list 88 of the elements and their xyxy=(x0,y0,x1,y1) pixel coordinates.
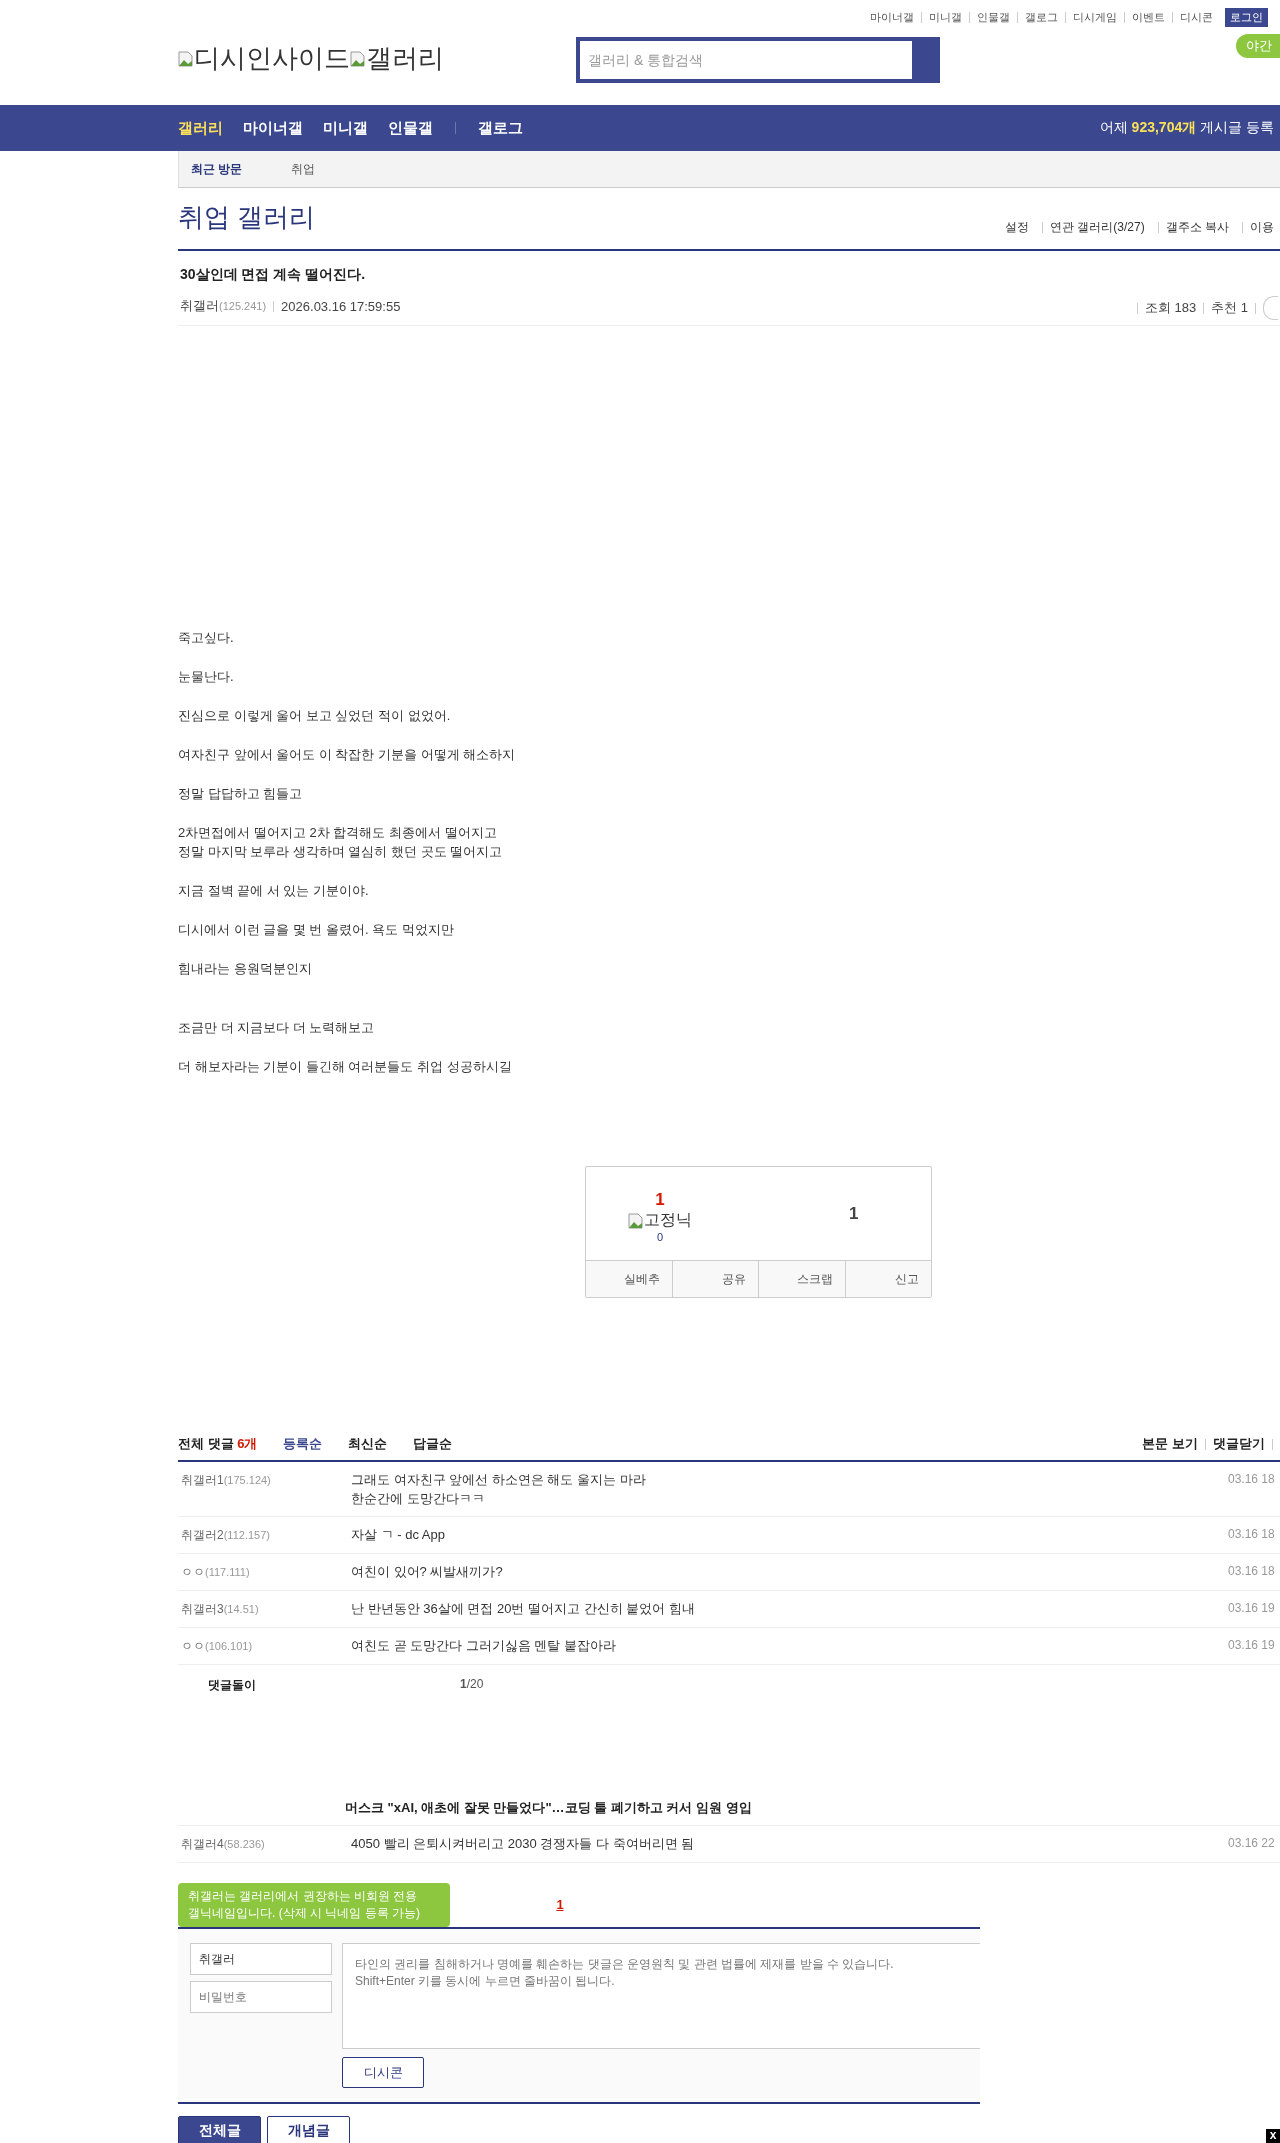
top-link[interactable]: 디시게임 xyxy=(1073,9,1117,25)
dccon-button[interactable]: 디시콘 xyxy=(342,2057,424,2088)
comment-text: 자살 ㄱ - dc App xyxy=(351,1526,446,1544)
sort-tab[interactable]: 최신순 xyxy=(348,1435,388,1453)
nickname-tooltip: 취갤러는 갤러리에서 권장하는 비회원 전용 갤닉네임입니다. (삭제 시 닉네임 등록 가능) xyxy=(178,1883,450,1927)
fixed-nick-count: 0 xyxy=(655,1231,665,1243)
circle-button[interactable] xyxy=(1263,296,1278,320)
vote-action-button[interactable]: 실베추 xyxy=(586,1261,673,1297)
logo-text[interactable]: 디시인사이드 xyxy=(194,41,350,76)
commenter-name: ㅇㅇ(106.101) xyxy=(180,1638,254,1655)
comment-date: 03.16 22 xyxy=(1228,1836,1276,1852)
nav-item[interactable]: 마이너갤 xyxy=(243,118,303,138)
fixed-nick-label: 고정닉 xyxy=(644,1210,692,1230)
gallery-link[interactable]: 갤주소 복사 xyxy=(1165,219,1229,236)
sort-tab[interactable]: 등록순 xyxy=(283,1435,323,1453)
page-link[interactable]: 1 xyxy=(556,1897,564,1912)
downvote-number: 1 xyxy=(849,1203,859,1224)
comment-text: 4050 빨리 은퇴시켜버리고 2030 경쟁자들 다 죽여버리면 됨 xyxy=(351,1835,696,1853)
daily-post-count: 어제 923,704개 게시글 등록 xyxy=(1099,119,1274,137)
news-headline[interactable]: 머스크 "xAI, 애초에 잘못 만들었다"…코딩 툴 폐기하고 커서 임원 영입 xyxy=(345,1799,752,1817)
comment-date: 03.16 18 xyxy=(1228,1564,1276,1580)
logo-text[interactable]: 갤러리 xyxy=(366,41,444,76)
recent-visit-label: 최근 방문 xyxy=(191,160,244,178)
body-paragraph: 정말 답답하고 힘들고 xyxy=(178,785,304,803)
broken-image-icon xyxy=(178,50,194,67)
body-paragraph: 힘내라는 응원덕분인지 xyxy=(178,960,313,978)
login-button[interactable]: 로그인 xyxy=(1225,7,1268,27)
vote-action-button[interactable]: 스크랩 xyxy=(759,1261,846,1297)
nav-item[interactable]: 인물갤 xyxy=(388,118,433,138)
top-link[interactable]: 미니갤 xyxy=(929,9,962,25)
body-paragraph: 여자친구 앞에서 울어도 이 착잡한 기분을 어떻게 해소하지 xyxy=(178,746,517,764)
comment-field[interactable]: 타인의 권리를 침해하거나 명예를 훼손하는 댓글은 운영원칙 및 관련 법률에 제재를 받을 수 있습니다. Shift+Enter 키를 동시에 누르면 줄바꿈이 됩니다. xyxy=(342,1943,980,2049)
bot-name: 댓글돌이 xyxy=(207,1677,257,1694)
commenter-name: ㅇㅇ(117.111) xyxy=(180,1564,251,1581)
top-link[interactable]: 이벤트 xyxy=(1132,9,1165,25)
close-button[interactable]: x xyxy=(1266,2129,1280,2143)
comment-count: 전체 댓글 6개 xyxy=(178,1435,258,1453)
top-link[interactable]: 마이너갤 xyxy=(870,9,914,25)
body-paragraph: 지금 절벽 끝에 서 있는 기분이야. xyxy=(178,882,370,900)
recent-gallery-link[interactable]: 취업 xyxy=(291,160,315,178)
name-field[interactable]: 취갤러 xyxy=(190,1943,332,1975)
commenter-name: 취갤러2(112.157) xyxy=(180,1527,271,1544)
vote-action-button[interactable]: 공유 xyxy=(672,1261,759,1297)
broken-image-icon xyxy=(350,50,366,67)
sort-tab[interactable]: 답글순 xyxy=(413,1435,453,1453)
recommend-count: 추천 1 xyxy=(1211,299,1248,317)
nav-item[interactable]: 갤로그 xyxy=(478,118,523,138)
comment-date: 03.16 18 xyxy=(1228,1472,1276,1488)
page-counter: 1/20 xyxy=(460,1677,484,1693)
comment-link[interactable]: 본문 보기 xyxy=(1142,1435,1198,1453)
comment-date: 03.16 19 xyxy=(1228,1601,1276,1617)
comment-text: 그래도 여자친구 앞에선 하소연은 해도 울지는 마라 한순간에 도망간다ㅋㅋ xyxy=(351,1471,647,1508)
comment-text: 여친이 있어? 씨발새끼가? xyxy=(351,1563,504,1581)
commenter-name: 취갤러3(14.51) xyxy=(180,1601,260,1618)
nav-item[interactable]: 갤러리 xyxy=(178,118,223,138)
post-date: 2026.03.16 17:59:55 xyxy=(281,298,401,314)
top-link[interactable]: 인물갤 xyxy=(977,9,1010,25)
gallery-link[interactable]: 설정 xyxy=(1004,219,1029,236)
gallery-title[interactable]: 취업 갤러리 xyxy=(178,200,316,235)
list-tab[interactable]: 전체글 xyxy=(178,2116,261,2143)
body-paragraph: 조금만 더 지금보다 더 노력해보고 xyxy=(178,1019,376,1037)
body-paragraph: 더 해보자라는 기분이 들긴해 여러분들도 취업 성공하시길 xyxy=(178,1058,513,1076)
body-paragraph: 디시에서 이런 글을 몇 번 올렸어. 욕도 먹었지만 xyxy=(178,921,455,939)
comment-text: 난 반년동안 36살에 면접 20번 떨어지고 간신히 붙었어 힘내 xyxy=(351,1600,696,1618)
commenter-name: 취갤러4(58.236) xyxy=(180,1836,266,1853)
comment-date: 03.16 19 xyxy=(1228,1638,1276,1654)
comment-link[interactable]: 댓글닫기 xyxy=(1213,1435,1265,1453)
body-paragraph: 진심으로 이렇게 울어 보고 싶었던 적이 없었어. xyxy=(178,707,452,725)
gallery-link[interactable]: 연관 갤러리(3/27) xyxy=(1049,219,1145,236)
body-paragraph: 눈물난다. xyxy=(178,668,235,686)
comment-text: 여친도 곧 도망간다 그러기싫음 멘탈 붙잡아라 xyxy=(351,1637,618,1655)
password-field[interactable]: 비밀번호 xyxy=(190,1981,332,2013)
broken-image-icon xyxy=(628,1212,644,1229)
vote-action-button[interactable]: 신고 xyxy=(845,1261,931,1297)
list-tab[interactable]: 개념글 xyxy=(267,2116,350,2143)
post-author[interactable]: 취갤러(125.241) xyxy=(180,297,267,315)
view-count: 조회 183 xyxy=(1144,299,1197,317)
search-field[interactable]: 갤러리 & 통합검색 xyxy=(580,41,912,79)
top-link[interactable]: 디시콘 xyxy=(1180,9,1213,25)
body-paragraph: 죽고싶다. xyxy=(178,629,235,647)
post-title: 30살인데 면접 계속 떨어진다. xyxy=(180,266,367,284)
recommend-number: 1 xyxy=(654,1190,666,1210)
commenter-name: 취갤러1(175.124) xyxy=(180,1472,272,1489)
top-link[interactable]: 갤로그 xyxy=(1025,9,1058,25)
nav-item[interactable]: 미니갤 xyxy=(323,118,368,138)
gallery-link[interactable]: 이용 xyxy=(1250,219,1274,236)
comment-date: 03.16 18 xyxy=(1228,1527,1276,1543)
body-paragraph: 2차면접에서 떨어지고 2차 합격해도 최종에서 떨어지고 정말 마지막 보루라 생각하며 열심히 했던 곳도 떨어지고 xyxy=(178,824,504,861)
